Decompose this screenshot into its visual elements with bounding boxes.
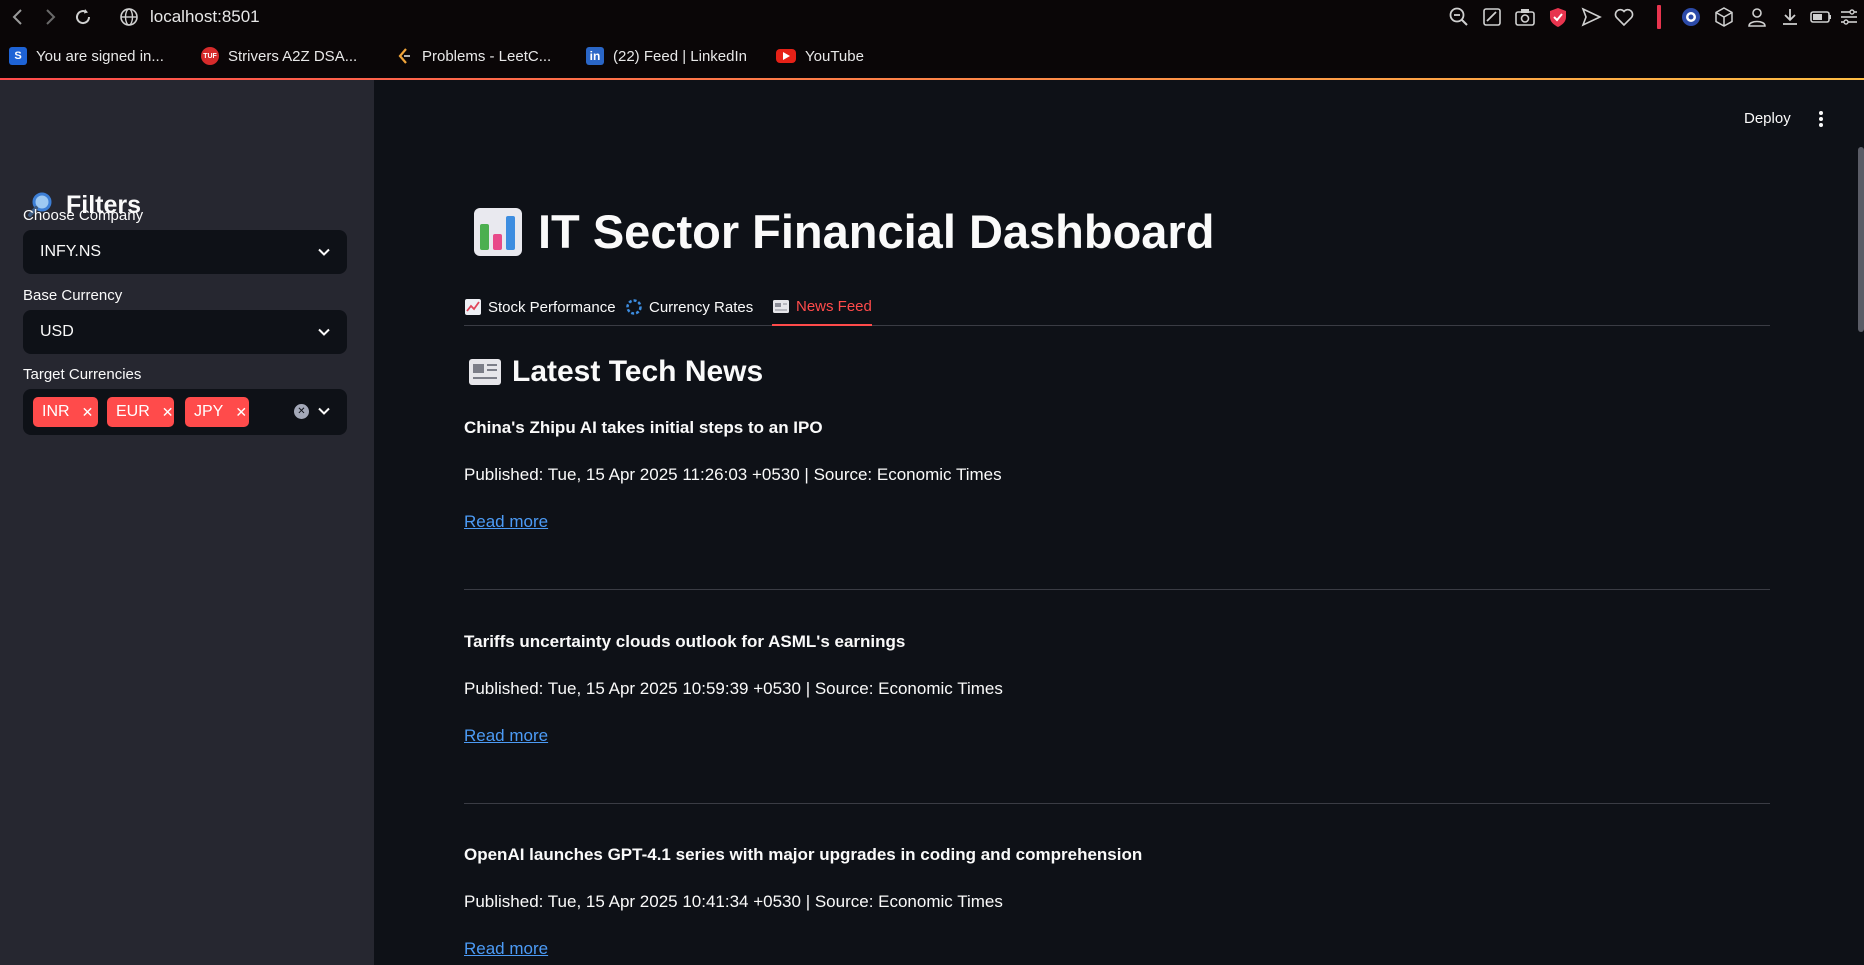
base-currency-label: Base Currency (23, 287, 123, 304)
clear-all-icon[interactable]: ✕ (294, 404, 309, 419)
bookmark-item[interactable]: S You are signed in... (9, 44, 164, 68)
currency-tag: INR ✕ (33, 397, 98, 427)
company-label: Choose Company (23, 207, 144, 224)
news-item: Tariffs uncertainty clouds outlook for A… (464, 632, 1770, 745)
browser-toolbar: localhost:8501 (0, 0, 1864, 34)
reload-icon[interactable] (71, 5, 95, 29)
chevron-down-icon[interactable] (317, 404, 331, 418)
company-select-value: INFY.NS (40, 243, 102, 260)
main-content: Deploy IT Sector Financial Dashboard Sto… (374, 80, 1864, 965)
browser-extension-icons (1444, 4, 1864, 30)
globe-spin-icon (625, 298, 643, 316)
bookmark-label: Strivers A2Z DSA... (228, 47, 358, 65)
read-more-link[interactable]: Read more (464, 512, 548, 532)
zoom-out-icon[interactable] (1446, 4, 1472, 30)
currency-tag-label: EUR (116, 403, 150, 420)
tuf-logo-icon: TUF (201, 47, 219, 65)
page-title: IT Sector Financial Dashboard (472, 204, 1214, 259)
profile-icon[interactable] (1744, 4, 1770, 30)
news-item: OpenAI launches GPT-4.1 series with majo… (464, 845, 1770, 958)
chart-up-icon (464, 298, 482, 316)
battery-icon (1808, 4, 1834, 30)
tab-stock-performance[interactable]: Stock Performance (464, 288, 616, 326)
address-bar[interactable]: localhost:8501 (150, 7, 260, 27)
news-title: OpenAI launches GPT-4.1 series with majo… (464, 845, 1143, 864)
newspaper-icon (772, 297, 790, 315)
scrollbar[interactable] (1858, 147, 1864, 332)
shield-icon[interactable] (1545, 4, 1571, 30)
tab-bar: Stock Performance Currency Rates News Fe… (464, 288, 1770, 326)
target-currencies-multiselect[interactable]: INR ✕ EUR ✕ JPY ✕ ✕ (23, 389, 347, 435)
deploy-button[interactable]: Deploy (1744, 110, 1791, 127)
page-title-text: IT Sector Financial Dashboard (538, 205, 1215, 258)
tab-label: Stock Performance (488, 298, 616, 316)
bookmark-label: (22) Feed | LinkedIn (613, 47, 747, 65)
newspaper-icon (468, 356, 502, 388)
bookmark-item[interactable]: in (22) Feed | LinkedIn (586, 44, 747, 68)
currency-tag-label: JPY (194, 403, 224, 420)
sidebar: Filters Choose Company INFY.NS Base Curr… (0, 80, 374, 965)
news-meta: Published: Tue, 15 Apr 2025 10:59:39 +05… (464, 679, 1003, 698)
site-info-icon[interactable] (118, 6, 140, 28)
base-currency-select-value: USD (40, 323, 74, 340)
tab-label: News Feed (796, 297, 872, 315)
section-title: Latest Tech News (468, 355, 763, 389)
news-item: China's Zhipu AI takes initial steps to … (464, 418, 1770, 531)
news-divider (464, 803, 1770, 804)
download-icon[interactable] (1777, 4, 1803, 30)
bookmarks-bar: S You are signed in... TUF Strivers A2Z … (0, 44, 1864, 70)
extension-badge-icon[interactable] (1678, 4, 1704, 30)
bookmark-label: You are signed in... (36, 47, 164, 65)
currency-tag: JPY ✕ (185, 397, 249, 427)
heart-icon[interactable] (1611, 4, 1637, 30)
bookmark-label: YouTube (805, 47, 864, 65)
camera-icon[interactable] (1512, 4, 1538, 30)
leetcode-logo-icon (395, 47, 413, 65)
browser-chrome: localhost:8501 S You are signed in... TU… (0, 0, 1864, 80)
company-select[interactable]: INFY.NS (23, 230, 347, 274)
remove-tag-icon[interactable]: ✕ (162, 404, 174, 421)
bookmark-item[interactable]: TUF Strivers A2Z DSA... (201, 44, 357, 68)
chevron-down-icon[interactable] (317, 245, 331, 259)
s-logo-icon: S (9, 47, 27, 65)
news-meta: Published: Tue, 15 Apr 2025 11:26:03 +05… (464, 465, 1002, 484)
bar-chart-icon (472, 206, 524, 258)
cube-icon[interactable] (1711, 4, 1737, 30)
back-icon[interactable] (6, 5, 30, 29)
base-currency-select[interactable]: USD (23, 310, 347, 354)
bookmark-item[interactable]: Problems - LeetC... (395, 44, 551, 68)
remove-tag-icon[interactable]: ✕ (82, 404, 94, 421)
settings-sliders-icon[interactable] (1836, 4, 1862, 30)
send-icon[interactable] (1578, 4, 1604, 30)
red-marker-icon (1656, 4, 1662, 30)
youtube-logo-icon (776, 49, 796, 63)
bookmark-label: Problems - LeetC... (422, 47, 552, 65)
news-meta: Published: Tue, 15 Apr 2025 10:41:34 +05… (464, 892, 1003, 911)
more-options-icon[interactable] (1818, 110, 1824, 128)
tab-news-feed[interactable]: News Feed (772, 288, 872, 326)
chevron-down-icon[interactable] (317, 325, 331, 339)
tab-label: Currency Rates (649, 298, 754, 316)
news-title: Tariffs uncertainty clouds outlook for A… (464, 632, 906, 651)
forward-icon[interactable] (38, 5, 62, 29)
target-currencies-label: Target Currencies (23, 366, 142, 383)
remove-tag-icon[interactable]: ✕ (235, 404, 247, 421)
news-divider (464, 589, 1770, 590)
tab-currency-rates[interactable]: Currency Rates (625, 288, 753, 326)
linkedin-logo-icon: in (586, 47, 604, 65)
news-title: China's Zhipu AI takes initial steps to … (464, 418, 823, 437)
edit-image-icon[interactable] (1479, 4, 1505, 30)
section-title-text: Latest Tech News (512, 355, 764, 388)
read-more-link[interactable]: Read more (464, 939, 548, 959)
currency-tag-label: INR (42, 403, 70, 420)
currency-tag: EUR ✕ (107, 397, 174, 427)
read-more-link[interactable]: Read more (464, 726, 548, 746)
bookmark-item[interactable]: YouTube (776, 44, 864, 68)
